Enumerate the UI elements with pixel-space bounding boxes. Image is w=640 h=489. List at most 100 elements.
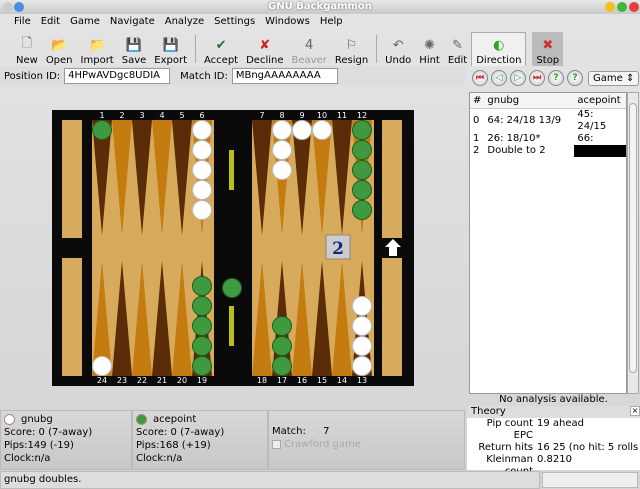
move-cell[interactable]: Double to 2	[484, 145, 574, 157]
col-acepoint[interactable]: acepoint	[574, 93, 626, 109]
previous-move-button[interactable]: ◁	[491, 70, 507, 86]
white-checker[interactable]	[352, 356, 372, 376]
maximize-button[interactable]	[617, 2, 627, 12]
menu-edit[interactable]: Edit	[41, 14, 60, 30]
green-checker[interactable]	[192, 296, 212, 316]
first-game-button[interactable]: ⏮	[472, 70, 488, 86]
decline-button[interactable]: ✘ Decline	[242, 32, 287, 67]
match-id-field[interactable]: MBngAAAAAAAA	[231, 68, 338, 84]
previous-marked-button[interactable]: ?	[548, 70, 564, 86]
green-checker[interactable]	[192, 356, 212, 376]
green-checker[interactable]	[352, 180, 372, 200]
menu-windows[interactable]: Windows	[265, 14, 310, 30]
export-button[interactable]: 💾 Export	[150, 32, 191, 67]
green-checker[interactable]	[222, 278, 242, 298]
white-checker[interactable]	[352, 316, 372, 336]
move-cell[interactable]	[574, 145, 626, 157]
green-checker[interactable]	[272, 356, 292, 376]
beaver-button[interactable]: 4 Beaver	[288, 32, 331, 67]
minimize-button[interactable]	[605, 2, 615, 12]
menu-settings[interactable]: Settings	[214, 14, 255, 30]
edit-button[interactable]: ✎ Edit	[444, 32, 471, 67]
menu-bar: File Edit Game Navigate Analyze Settings Windo…	[0, 14, 640, 30]
move-cell[interactable]: 0	[470, 109, 484, 134]
menu-analyze[interactable]: Analyze	[165, 14, 204, 30]
move-row[interactable]: 1 26: 18/10* 66:	[470, 133, 626, 145]
white-checker[interactable]	[192, 140, 212, 160]
green-checker[interactable]	[192, 276, 212, 296]
bearoff-tray-bottom-right[interactable]	[382, 258, 402, 376]
move-cell[interactable]: 2	[470, 145, 484, 157]
next-move-button[interactable]: ▷	[510, 70, 526, 86]
white-checker[interactable]	[192, 160, 212, 180]
bearoff-tray-top-right[interactable]	[382, 120, 402, 238]
white-checker[interactable]	[352, 296, 372, 316]
white-checker[interactable]	[352, 336, 372, 356]
stop-button[interactable]: ✖ Stop	[532, 32, 564, 66]
green-checker[interactable]	[352, 140, 372, 160]
col-gnubg[interactable]: gnubg	[484, 93, 575, 109]
save-button[interactable]: 💾 Save	[118, 32, 151, 67]
white-checker[interactable]	[92, 356, 112, 376]
crawford-checkbox[interactable]	[272, 439, 281, 449]
bearoff-tray-bottom-left[interactable]	[62, 258, 82, 376]
move-cell[interactable]: 66:	[574, 133, 626, 145]
window-shade-button[interactable]	[14, 2, 24, 12]
white-checker[interactable]	[272, 160, 292, 180]
close-theory-icon[interactable]: ×	[630, 406, 640, 416]
flag-icon: ⚐	[345, 37, 358, 53]
green-checker[interactable]	[272, 336, 292, 356]
col-number[interactable]: #	[470, 93, 485, 109]
open-button[interactable]: 📂 Open	[42, 32, 77, 67]
undo-button[interactable]: ↶ Undo	[381, 32, 415, 67]
hint-button[interactable]: ✺ Hint	[415, 32, 444, 67]
import-button[interactable]: 📁 Import	[77, 32, 118, 67]
green-checker[interactable]	[272, 316, 292, 336]
green-checker[interactable]	[352, 160, 372, 180]
new-button[interactable]: 🗋 New	[12, 32, 42, 66]
point-number: 7	[259, 111, 264, 120]
menu-game[interactable]: Game	[70, 14, 100, 30]
bearoff-tray-top-left[interactable]	[62, 120, 82, 238]
white-checker[interactable]	[192, 120, 212, 140]
white-checker[interactable]	[192, 180, 212, 200]
move-cell[interactable]: 1	[470, 133, 484, 145]
menu-file[interactable]: File	[14, 14, 31, 30]
move-row[interactable]: 2 Double to 2	[470, 145, 626, 157]
direction-button[interactable]: ◐ Direction	[471, 32, 527, 66]
menu-navigate[interactable]: Navigate	[110, 14, 155, 30]
cube-value: 2	[332, 239, 344, 259]
white-checker[interactable]	[272, 120, 292, 140]
white-checker[interactable]	[192, 200, 212, 220]
import-icon: 📁	[89, 37, 106, 53]
move-cell[interactable]: 26: 18/10*	[484, 133, 574, 145]
point-number: 16	[297, 376, 307, 385]
menu-help[interactable]: Help	[320, 14, 343, 30]
move-list-scrollbar[interactable]	[627, 92, 639, 394]
beaver-icon: 4	[305, 37, 314, 53]
scroll-thumb[interactable]	[629, 103, 637, 373]
backgammon-board[interactable]: 1 2 3 4 5 6 7 8 9 10 11 1224 23 22 21 20 19 18 17 16 15 14 132	[52, 110, 414, 386]
player-score: Score: 0 (7-away)	[136, 427, 225, 438]
white-checker[interactable]	[272, 140, 292, 160]
green-checker[interactable]	[352, 200, 372, 220]
green-checker[interactable]	[192, 336, 212, 356]
window-menu-button[interactable]	[3, 2, 13, 12]
accept-button[interactable]: ✔ Accept	[200, 32, 242, 67]
match-length: 7	[323, 426, 330, 437]
green-checker[interactable]	[352, 120, 372, 140]
green-checker[interactable]	[192, 316, 212, 336]
white-checker[interactable]	[292, 120, 312, 140]
next-marked-button[interactable]: ?	[567, 70, 583, 86]
position-id-field[interactable]: 4HPwAVDgc8UDIA	[64, 68, 171, 84]
white-checker[interactable]	[312, 120, 332, 140]
green-checker[interactable]	[92, 120, 112, 140]
move-row[interactable]: 0 64: 24/18 13/9 45: 24/15	[470, 109, 626, 134]
move-cell[interactable]: 64: 24/18 13/9	[484, 109, 574, 134]
move-cell[interactable]: 45: 24/15	[574, 109, 626, 134]
move-list[interactable]: # gnubg acepoint 0 64: 24/18 13/9 45: 24/1…	[469, 92, 627, 394]
next-game-button[interactable]: ⏭	[529, 70, 545, 86]
resign-button[interactable]: ⚐ Resign	[331, 32, 372, 67]
game-select[interactable]: Game ⇕	[588, 70, 640, 86]
close-button[interactable]	[629, 2, 639, 12]
